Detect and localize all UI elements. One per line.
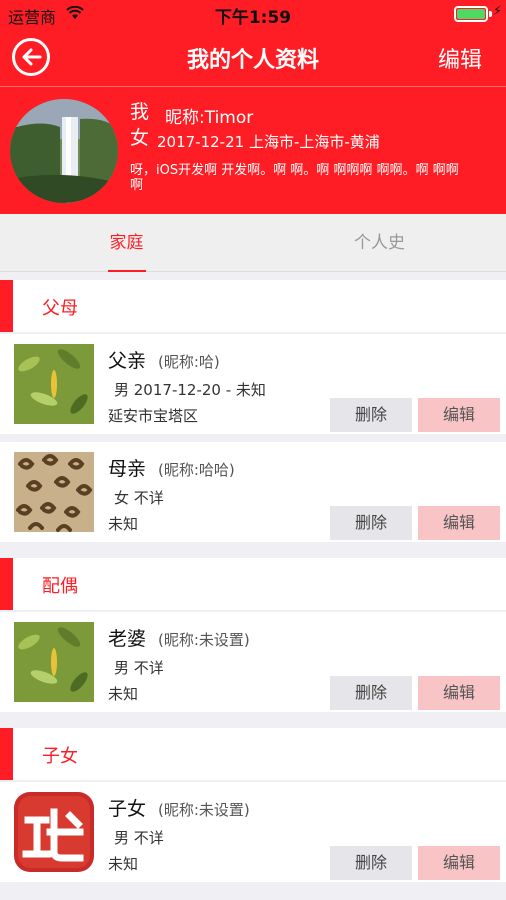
charging-icon: ⚡ <box>492 4 502 19</box>
delete-button[interactable]: 删除 <box>330 676 412 710</box>
app-logo-icon <box>14 792 94 872</box>
member-photo <box>14 622 94 702</box>
member-meta: 女 不详 <box>114 489 164 507</box>
profile-info: 2017-12-21 上海市-上海市-黄浦 <box>157 133 380 151</box>
profile-title-chars: 我 女 <box>130 99 152 151</box>
nav-bar: 我的个人资料 编辑 <box>0 28 506 86</box>
member-nickname: (昵称:未设置) <box>158 631 250 649</box>
profile-bio: 呀，iOS开发啊 开发啊。啊 啊。啊 啊啊啊 啊啊。啊 啊啊啊 <box>130 163 459 193</box>
page-title: 我的个人资料 <box>186 48 319 73</box>
member-meta: 男 不详 <box>114 659 164 677</box>
member-address: 未知 <box>108 515 139 533</box>
delete-button[interactable]: 删除 <box>330 506 412 540</box>
member-photo <box>14 452 94 532</box>
battery-tip <box>489 11 492 17</box>
status-time: 下午1:59 <box>214 8 292 28</box>
tab-active-indicator <box>108 270 146 272</box>
edit-button[interactable]: 编辑 <box>418 506 500 540</box>
section-title: 父母 <box>42 298 78 319</box>
section-accent-bar <box>0 558 13 610</box>
member-card[interactable]: 老婆 (昵称:未设置) 男 不详 未知 删除 编辑 <box>0 612 506 712</box>
member-nickname: (昵称:未设置) <box>158 801 250 819</box>
member-address: 未知 <box>108 855 139 873</box>
member-name: 子女 <box>108 798 147 820</box>
section-header-parents: 父母 <box>0 280 506 332</box>
battery-icon <box>454 6 488 22</box>
avatar[interactable] <box>10 99 118 203</box>
tab-history[interactable]: 个人史 <box>253 214 506 272</box>
nav-edit-button[interactable]: 编辑 <box>438 42 482 74</box>
tab-family[interactable]: 家庭 <box>0 214 253 272</box>
member-meta: 男 2017-12-20 - 未知 <box>114 381 266 399</box>
tab-history-label: 个人史 <box>354 233 405 253</box>
profile-header: 我 女 昵称:Timor 2017-12-21 上海市-上海市-黄浦 呀，iOS… <box>0 86 506 214</box>
section-header-children: 子女 <box>0 728 506 780</box>
delete-button[interactable]: 删除 <box>330 398 412 432</box>
section-header-spouse: 配偶 <box>0 558 506 610</box>
member-card[interactable]: 子女 (昵称:未设置) 男 不详 未知 删除 编辑 <box>0 782 506 882</box>
tab-family-label: 家庭 <box>109 233 144 253</box>
profile-char-1: 我 <box>130 101 150 123</box>
delete-button[interactable]: 删除 <box>330 846 412 880</box>
member-meta: 男 不详 <box>114 829 164 847</box>
tab-bar: 家庭 个人史 <box>0 214 506 272</box>
member-card[interactable]: 母亲 (昵称:哈哈) 女 不详 未知 删除 编辑 <box>0 442 506 542</box>
member-nickname: (昵称:哈哈) <box>158 461 235 479</box>
member-nickname: (昵称:哈) <box>158 353 220 371</box>
member-photo <box>14 792 94 872</box>
section-title: 配偶 <box>42 576 78 597</box>
member-name: 老婆 <box>108 628 147 650</box>
member-address: 未知 <box>108 685 139 703</box>
member-name: 父亲 <box>108 350 147 372</box>
member-name: 母亲 <box>108 458 147 480</box>
edit-button[interactable]: 编辑 <box>418 398 500 432</box>
section-accent-bar <box>0 280 13 332</box>
edit-button[interactable]: 编辑 <box>418 846 500 880</box>
section-accent-bar <box>0 728 13 780</box>
section-title: 子女 <box>42 746 78 767</box>
edit-button[interactable]: 编辑 <box>418 676 500 710</box>
profile-nickname: 昵称:Timor <box>165 108 254 128</box>
member-photo <box>14 344 94 424</box>
profile-char-2: 女 <box>130 127 150 149</box>
member-card[interactable]: 父亲 (昵称:哈) 男 2017-12-20 - 未知 延安市宝塔区 删除 编辑 <box>0 334 506 434</box>
status-bar: 运营商 下午1:59 ⚡ <box>0 0 506 28</box>
member-address: 延安市宝塔区 <box>108 407 199 425</box>
